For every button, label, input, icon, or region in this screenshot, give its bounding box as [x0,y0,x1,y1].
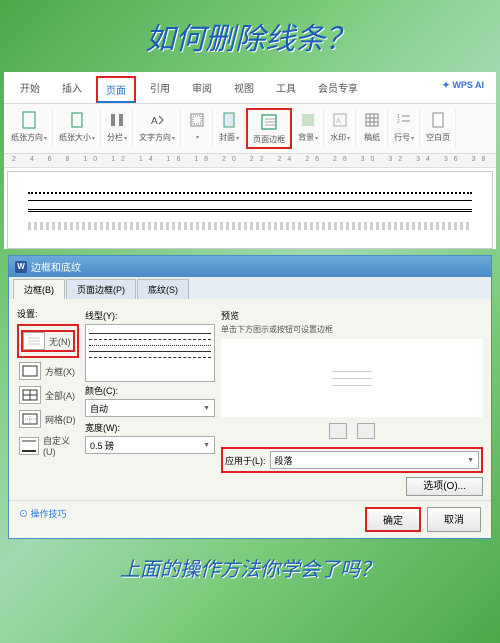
tab-border[interactable]: 边框(B) [13,279,65,299]
border-icon [259,112,279,132]
setting-box[interactable]: 方框(X) [17,360,79,382]
mpaper-icon [362,110,382,130]
wps-ai[interactable]: ✦ WPS AI [438,76,488,103]
cover-icon [219,110,239,130]
paper-orient-button[interactable]: 纸张方向▾ [6,108,53,149]
svg-text:2: 2 [397,119,400,125]
bg-icon [298,110,318,130]
setting-grid[interactable]: 网格(D) [17,408,79,430]
page-border-button[interactable]: 页面边框 [246,108,292,149]
wm-icon: A [330,110,350,130]
tab-vip[interactable]: 会员专享 [310,76,366,103]
border-top-btn[interactable] [329,423,347,439]
border-shading-dialog: W 边框和底纹 边框(B) 页面边框(P) 底纹(S) 设置: 无(N) 方框(… [8,255,492,539]
wavy-line [28,222,472,230]
textdir-icon: A [147,110,167,130]
tutorial-footer: 上面的操作方法你学会了吗？ [0,539,500,596]
box-icon [19,362,41,380]
grid-icon [19,410,41,428]
line-style-list[interactable] [85,324,215,382]
color-combo[interactable]: 自动▼ [85,399,215,417]
tab-pageborder[interactable]: 页面边框(P) [66,279,136,299]
svg-text:A: A [336,118,341,125]
setting-all[interactable]: 全部(A) [17,384,79,406]
columns-button[interactable]: 分栏▾ [102,108,133,149]
all-icon [19,386,41,404]
tab-view[interactable]: 视图 [226,76,262,103]
ruler: 2 4 6 8 10 12 14 16 18 20 22 24 26 28 30… [4,154,496,168]
ribbon-toolbar: 纸张方向▾ 纸张大小▾ 分栏▾ A文字方向▾ ▾ 封面▾ 页面边框 背景▾ A水… [4,104,496,154]
tab-shading[interactable]: 底纹(S) [137,279,189,299]
dropdown-icon: ▼ [467,457,474,464]
blank-icon [428,110,448,130]
dialog-body: 设置: 无(N) 方框(X) 全部(A) 网格(D) 自定义(U) 线型(Y):… [9,299,491,500]
solid-line [28,200,472,201]
watermark-button[interactable]: A水印▾ [325,108,356,149]
options-button[interactable]: 选项(O)... [406,477,483,496]
custom-icon [19,437,39,455]
dialog-titlebar[interactable]: W 边框和底纹 [9,256,491,277]
dialog-tabs: 边框(B) 页面边框(P) 底纹(S) [9,277,491,299]
style-column: 线型(Y): 颜色(C): 自动▼ 宽度(W): 0.5 磅▼ [85,307,215,492]
double-line [28,209,472,212]
width-combo[interactable]: 0.5 磅▼ [85,436,215,454]
margins-button[interactable]: ▾ [182,108,213,149]
tab-review[interactable]: 审阅 [184,76,220,103]
lineno-button[interactable]: 12行号▾ [389,108,420,149]
tutorial-title: 如何删除线条？ [0,0,500,72]
lineno-icon: 12 [394,110,414,130]
columns-icon [107,110,127,130]
size-icon [67,110,87,130]
word-icon: W [15,261,27,273]
tab-tools[interactable]: 工具 [268,76,304,103]
margins-icon [187,110,207,130]
ok-button[interactable]: 确定 [365,507,421,532]
wps-window: 开始 插入 页面 引用 审阅 视图 工具 会员专享 ✦ WPS AI 纸张方向▾… [4,72,496,249]
svg-text:A: A [151,116,158,127]
blank-button[interactable]: 空白页 [421,108,456,149]
dialog-footer: ⊙ 操作技巧 确定 取消 [9,500,491,538]
apply-combo[interactable]: 段落▼ [270,451,479,469]
orient-icon [19,110,39,130]
ribbon-tabs: 开始 插入 页面 引用 审阅 视图 工具 会员专享 ✦ WPS AI [4,72,496,104]
tab-insert[interactable]: 插入 [54,76,90,103]
cover-button[interactable]: 封面▾ [214,108,245,149]
tab-page[interactable]: 页面 [96,76,136,103]
dropdown-icon: ▼ [203,442,210,449]
settings-column: 设置: 无(N) 方框(X) 全部(A) 网格(D) 自定义(U) [17,307,79,492]
manuscript-button[interactable]: 稿纸 [357,108,388,149]
document-area[interactable] [7,171,493,249]
tab-ref[interactable]: 引用 [142,76,178,103]
border-bottom-btn[interactable] [357,423,375,439]
setting-none[interactable]: 无(N) [21,330,75,352]
dropdown-icon: ▼ [203,405,210,412]
background-button[interactable]: 背景▾ [293,108,324,149]
paper-size-button[interactable]: 纸张大小▾ [54,108,101,149]
tips-link[interactable]: ⊙ 操作技巧 [19,507,67,532]
setting-custom[interactable]: 自定义(U) [17,432,79,459]
dotted-line [28,192,472,194]
tab-start[interactable]: 开始 [12,76,48,103]
preview-box[interactable] [221,339,483,417]
none-icon [23,332,45,350]
preview-column: 预览 单击下方图示或按钮可设置边框 应用于(L): 段落▼ 选项(O)... [221,307,483,492]
cancel-button[interactable]: 取消 [427,507,481,532]
textdir-button[interactable]: A文字方向▾ [134,108,181,149]
